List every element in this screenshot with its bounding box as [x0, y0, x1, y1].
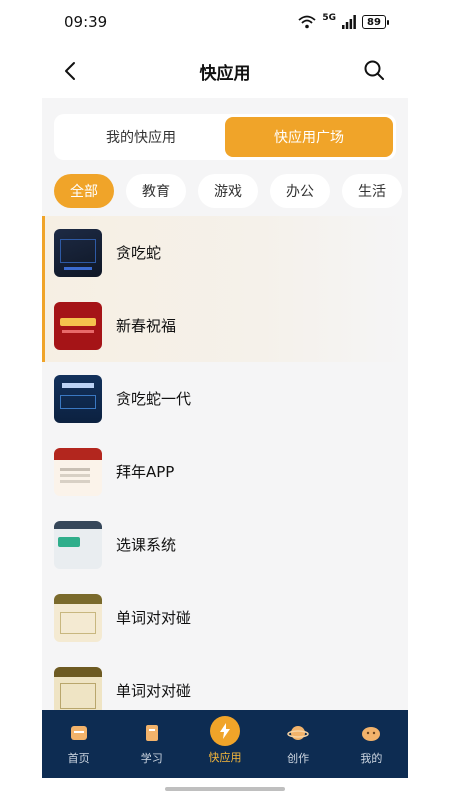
- bottom-tab-bar: 首页 学习 快应用 创作 我的: [42, 710, 408, 778]
- app-thumbnail: [54, 374, 102, 423]
- category-filter: 全部 教育 游戏 办公 生活: [54, 174, 408, 208]
- app-name: 选课系统: [116, 536, 177, 554]
- status-time: 09:39: [64, 13, 108, 31]
- back-icon[interactable]: [60, 60, 82, 82]
- network-label: 5G: [322, 13, 336, 23]
- category-chip-games[interactable]: 游戏: [198, 174, 258, 208]
- app-name: 贪吃蛇: [116, 244, 162, 262]
- wifi-icon: [298, 15, 316, 29]
- profile-icon: [360, 722, 382, 744]
- app-thumbnail: [54, 447, 102, 496]
- app-thumbnail: [54, 520, 102, 569]
- list-item[interactable]: 单词对对碰: [42, 654, 408, 710]
- page-title: 快应用: [199, 63, 251, 84]
- category-chip-all[interactable]: 全部: [54, 174, 114, 208]
- app-thumbnail: [54, 301, 102, 350]
- book-icon: [141, 722, 163, 744]
- app-name: 单词对对碰: [116, 682, 192, 700]
- app-name: 拜年APP: [116, 463, 175, 481]
- home-indicator: [165, 787, 285, 791]
- list-item[interactable]: 拜年APP: [42, 435, 408, 508]
- search-icon[interactable]: [362, 58, 386, 82]
- category-chip-life[interactable]: 生活: [342, 174, 402, 208]
- tab-quick-app[interactable]: 快应用: [193, 716, 257, 765]
- tab-home[interactable]: 首页: [47, 722, 111, 766]
- category-chip-office[interactable]: 办公: [270, 174, 330, 208]
- tab-profile[interactable]: 我的: [339, 722, 403, 766]
- tab-create[interactable]: 创作: [266, 722, 330, 766]
- list-item[interactable]: 单词对对碰: [42, 581, 408, 654]
- status-bar: 09:39 5G 89: [0, 0, 450, 44]
- app-name: 新春祝福: [116, 317, 177, 335]
- app-name: 贪吃蛇一代: [116, 390, 192, 408]
- app-name: 单词对对碰: [116, 609, 192, 627]
- tab-quick-app-square[interactable]: 快应用广场: [225, 117, 393, 157]
- battery-icon: 89: [362, 15, 389, 29]
- tab-study[interactable]: 学习: [120, 722, 184, 766]
- app-header: 快应用: [42, 44, 408, 98]
- lightning-icon: [209, 716, 240, 746]
- list-item[interactable]: 贪吃蛇: [42, 216, 408, 289]
- signal-icon: [342, 15, 356, 29]
- home-icon: [68, 722, 90, 744]
- segmented-control: 我的快应用 快应用广场: [54, 114, 396, 160]
- app-thumbnail: [54, 228, 102, 277]
- planet-icon: [287, 722, 309, 744]
- list-item[interactable]: 贪吃蛇一代: [42, 362, 408, 435]
- list-item[interactable]: 选课系统: [42, 508, 408, 581]
- tab-my-quick-apps[interactable]: 我的快应用: [57, 117, 225, 157]
- category-chip-education[interactable]: 教育: [126, 174, 186, 208]
- list-item[interactable]: 新春祝福: [42, 289, 408, 362]
- app-list: 贪吃蛇 新春祝福 贪吃蛇一代 拜年APP 选课系统 单词对对碰 单词对对碰: [42, 216, 408, 710]
- app-thumbnail: [54, 593, 102, 642]
- app-thumbnail: [54, 666, 102, 710]
- main-content: 我的快应用 快应用广场 全部 教育 游戏 办公 生活 贪吃蛇 新春祝福 贪吃蛇一…: [42, 98, 408, 710]
